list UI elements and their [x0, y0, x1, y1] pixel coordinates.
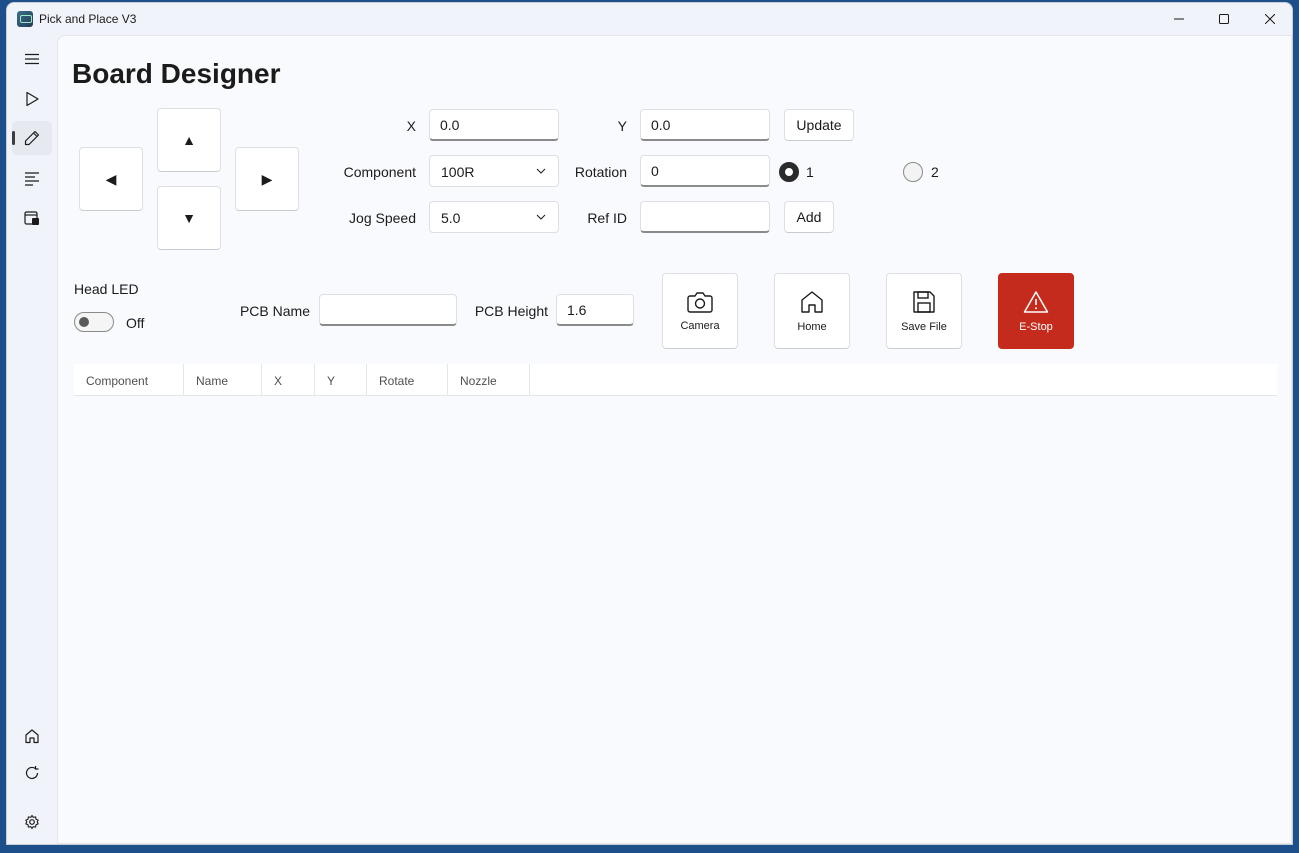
head-led-label: Head LED: [74, 281, 139, 297]
page-title: Board Designer: [72, 58, 281, 89]
window-title: Pick and Place V3: [39, 12, 137, 26]
component-label: Component: [343, 164, 416, 180]
hamburger-menu-icon: [25, 53, 39, 65]
pcb-height-input[interactable]: [556, 294, 634, 326]
home-icon: [801, 290, 823, 313]
update-button[interactable]: Update: [784, 109, 854, 141]
head-led-toggle[interactable]: [74, 312, 114, 332]
maximize-icon: [1219, 14, 1229, 24]
minimize-icon: [1174, 18, 1184, 20]
pcb-height-label: PCB Height: [474, 303, 548, 319]
nav-item-run[interactable]: [12, 82, 52, 116]
gear-icon: [25, 814, 39, 830]
nav-item-settings[interactable]: [12, 805, 52, 839]
home-button[interactable]: Home: [774, 273, 850, 349]
minimize-button[interactable]: [1156, 3, 1202, 35]
x-label: X: [406, 118, 416, 134]
y-input[interactable]: [640, 109, 770, 141]
camera-icon: [687, 291, 713, 313]
main-content: Board Designer ▲ ◀ ▶ ▼ X Y Update Compon…: [57, 35, 1292, 844]
arrow-up-icon: ▲: [182, 132, 196, 148]
column-header-name[interactable]: Name: [184, 364, 262, 396]
jog-down-button[interactable]: ▼: [157, 186, 221, 250]
e-stop-label: E-Stop: [1019, 320, 1053, 333]
column-header-x[interactable]: X: [262, 364, 315, 396]
column-header-component[interactable]: Component: [74, 364, 184, 396]
app-logo-icon: [17, 11, 33, 27]
home-label: Home: [797, 320, 827, 333]
play-icon: [26, 91, 39, 107]
nav-item-board-designer[interactable]: [12, 121, 52, 155]
nav-item-refresh[interactable]: [12, 756, 52, 790]
save-file-label: Save File: [901, 320, 947, 333]
navigation-sidebar: [7, 35, 57, 844]
camera-label: Camera: [680, 319, 720, 332]
nozzle-2-radio[interactable]: [903, 162, 923, 182]
e-stop-button[interactable]: E-Stop: [998, 273, 1074, 349]
column-header-y[interactable]: Y: [315, 364, 367, 396]
rotation-label: Rotation: [574, 164, 627, 180]
maximize-button[interactable]: [1201, 3, 1247, 35]
home-icon: [25, 729, 39, 744]
column-header-rotate[interactable]: Rotate: [367, 364, 448, 396]
nav-item-home[interactable]: [12, 719, 52, 753]
save-file-button[interactable]: Save File: [886, 273, 962, 349]
app-window: Pick and Place V3 Board Designer ▲ ◀ ▶ ▼…: [6, 2, 1293, 845]
list-icon: [25, 172, 39, 186]
nozzle-2-label: 2: [931, 164, 939, 180]
x-input[interactable]: [429, 109, 559, 141]
jog-speed-selected-value: 5.0: [441, 210, 461, 226]
nozzle-1-label: 1: [806, 164, 814, 180]
nav-item-list[interactable]: [12, 161, 52, 195]
jog-left-button[interactable]: ◀: [79, 147, 143, 211]
arrow-down-icon: ▼: [182, 210, 196, 226]
jog-right-button[interactable]: ▶: [235, 147, 299, 211]
jog-up-button[interactable]: ▲: [157, 108, 221, 172]
jog-speed-select[interactable]: 5.0: [429, 201, 559, 233]
column-header-nozzle[interactable]: Nozzle: [448, 364, 530, 396]
nav-item-board[interactable]: [12, 201, 52, 235]
rotation-input[interactable]: [640, 155, 770, 187]
chevron-down-icon: [536, 214, 546, 220]
head-led-state: Off: [126, 315, 145, 331]
close-icon: [1265, 14, 1275, 24]
ref-id-input[interactable]: [640, 201, 770, 233]
jog-speed-label: Jog Speed: [349, 210, 416, 226]
components-table-header: Component Name X Y Rotate Nozzle: [74, 364, 1277, 396]
toggle-knob: [79, 317, 89, 327]
ref-id-label: Ref ID: [587, 210, 627, 226]
nozzle-1-radio[interactable]: [779, 162, 799, 182]
board-icon: [24, 211, 39, 225]
save-icon: [913, 290, 935, 313]
title-bar: Pick and Place V3: [7, 3, 1292, 35]
warning-icon: [1023, 290, 1049, 313]
component-select[interactable]: 100R: [429, 155, 559, 187]
arrow-left-icon: ◀: [105, 170, 117, 187]
add-button[interactable]: Add: [784, 201, 834, 233]
component-selected-value: 100R: [441, 164, 475, 180]
y-label: Y: [617, 118, 627, 134]
pcb-name-label: PCB Name: [239, 303, 310, 319]
pencil-icon: [24, 130, 40, 146]
camera-button[interactable]: Camera: [662, 273, 738, 349]
nav-menu-toggle[interactable]: [12, 42, 52, 76]
arrow-right-icon: ▶: [261, 170, 273, 187]
refresh-icon: [25, 766, 39, 779]
chevron-down-icon: [536, 168, 546, 174]
close-button[interactable]: [1247, 3, 1292, 35]
pcb-name-input[interactable]: [319, 294, 457, 326]
